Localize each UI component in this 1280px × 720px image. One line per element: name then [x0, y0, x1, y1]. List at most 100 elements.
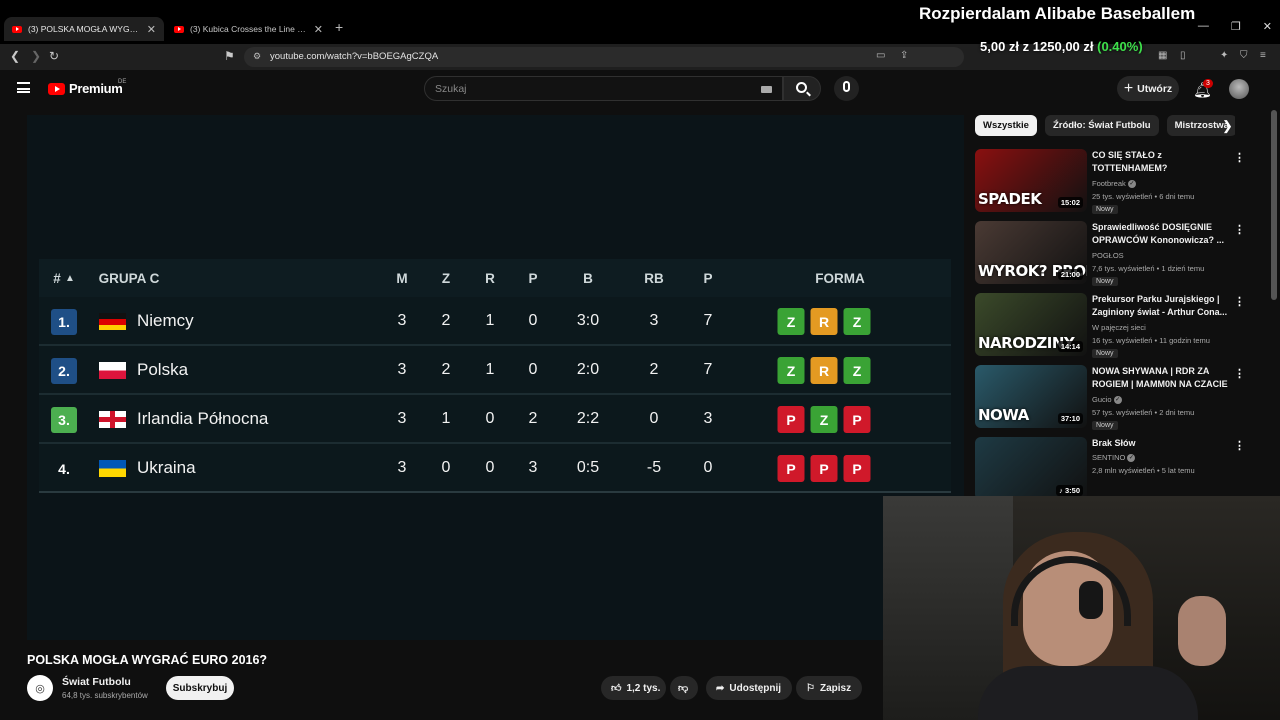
chip-source[interactable]: Źródło: Świat Futbolu	[1044, 115, 1159, 136]
new-tab-icon[interactable]: +	[335, 19, 343, 35]
recommended-channel[interactable]: POGŁOS	[1092, 251, 1124, 260]
video-thumbnail[interactable]: SPADEK 15:02	[975, 149, 1087, 212]
recommended-video[interactable]: NARODZINY 14:14 Prekursor Parku Jurajski…	[975, 293, 1265, 358]
video-thumbnail[interactable]: NARODZINY 14:14	[975, 293, 1087, 356]
recommended-video[interactable]: SPADEK 15:02 CO SIĘ STAŁO z TOTTENHAMEM?…	[975, 149, 1265, 214]
verified-icon: ✓	[1127, 454, 1136, 463]
video-thumbnail[interactable]: NOWA 37:10	[975, 365, 1087, 428]
recommended-video[interactable]: WYROK? PROBL 21:00 Sprawiedliwość DOSIĘG…	[975, 221, 1265, 286]
sort-ascending-icon[interactable]: ▲	[65, 273, 75, 284]
stat-b: 2:2	[576, 410, 600, 427]
verified-icon: ✓	[1113, 396, 1122, 405]
stream-donation-goal: 5,00 zł z 1250,00 zł (0.40%)	[980, 39, 1143, 54]
youtube-header: Premium DE Szukaj + Utwórz 🔔︎ 3	[0, 70, 1280, 108]
more-options-icon[interactable]: ⋮	[1234, 367, 1245, 380]
recommended-channel[interactable]: W pajęczej sieci	[1092, 323, 1146, 332]
minimize-icon[interactable]: —	[1198, 20, 1209, 33]
chevron-right-icon[interactable]: ❯	[1222, 118, 1233, 134]
menu-icon[interactable]: ≡	[1260, 50, 1266, 61]
browser-tab[interactable]: (3) Kubica Crosses the Line and Ferrari …	[166, 17, 331, 41]
video-player[interactable]: # ▲ GRUPA C M Z R P B RB P FORMA 1. Niemc…	[27, 115, 964, 640]
stream-overlay-title: Rozpierdalam Alibabe Baseballem	[919, 4, 1196, 23]
recommended-title[interactable]: Prekursor Parku Jurajskiego | Zaginiony …	[1092, 293, 1232, 319]
filter-chips: Wszystkie Źródło: Świat Futbolu Mistrzos…	[975, 115, 1235, 137]
recommended-channel-row: Gucio ✓	[1092, 395, 1122, 405]
address-bar[interactable]: ⚙ youtube.com/watch?v=bBOEGAgCZQA	[244, 47, 964, 67]
save-button[interactable]: ⚐ Zapisz	[796, 676, 862, 700]
stat-b: 0:5	[576, 459, 600, 476]
recommended-channel[interactable]: SENTINO	[1092, 453, 1125, 462]
more-options-icon[interactable]: ⋮	[1234, 295, 1245, 308]
channel-avatar[interactable]: ◎	[27, 675, 53, 701]
recommended-channel[interactable]: Gucio	[1092, 395, 1112, 404]
recommended-title[interactable]: Sprawiedliwość DOSIĘGNIE OPRAWCÓW Konono…	[1092, 221, 1232, 247]
youtube-logo[interactable]: Premium	[48, 81, 123, 96]
stat-pts: 7	[703, 361, 713, 378]
headset-earcup	[1079, 581, 1103, 619]
stat-r: 0	[485, 410, 495, 427]
recommended-video[interactable]: ♪ 3:50 Brak Słów SENTINO ✓ 2,8 mln wyświ…	[975, 437, 1265, 501]
form-badge: P	[843, 406, 871, 433]
extensions-icon[interactable]: ▦	[1158, 50, 1167, 61]
duration-badge: 14:14	[1057, 341, 1083, 352]
hamburger-menu-icon[interactable]	[17, 82, 30, 93]
country-flag-icon	[99, 460, 126, 477]
header-group: GRUPA C	[98, 271, 160, 286]
scrollbar-thumb[interactable]	[1271, 110, 1277, 300]
new-badge: Nowy	[1092, 349, 1118, 358]
team-name: Ukraina	[137, 458, 196, 477]
recommended-title[interactable]: CO SIĘ STAŁO z TOTTENHAMEM?	[1092, 149, 1232, 175]
shield-icon[interactable]: ⛉	[1240, 50, 1248, 61]
sidebar-icon[interactable]: ▯	[1180, 50, 1186, 61]
header-losses: P	[528, 271, 538, 286]
back-icon[interactable]: ❮	[10, 49, 20, 63]
account-avatar[interactable]	[1229, 79, 1249, 99]
like-button[interactable]: 👍︎ 1,2 tys.	[601, 676, 666, 700]
more-options-icon[interactable]: ⋮	[1234, 439, 1245, 452]
share-label: Udostępnij	[729, 682, 782, 694]
close-tab-icon[interactable]: ✕	[314, 23, 323, 36]
more-options-icon[interactable]: ⋮	[1234, 151, 1245, 164]
ai-icon[interactable]: ✦	[1220, 50, 1228, 61]
channel-name[interactable]: Świat Futbolu	[62, 676, 131, 688]
rank-badge: 1.	[51, 309, 77, 335]
cast-icon[interactable]: ▭	[876, 50, 885, 61]
video-thumbnail[interactable]: ♪ 3:50	[975, 437, 1087, 500]
dislike-button[interactable]: 👎︎	[670, 676, 698, 700]
recommended-title[interactable]: NOWA SHYWANA | RDR ZA ROGIEM | MAMM0N NA…	[1092, 365, 1232, 391]
standings-rows: 1. Niemcy 3 2 1 0 3:0 3 7 Z R Z 2. Polska 3 2 1 0 2:0 2 7 Z R Z…	[39, 297, 951, 493]
stat-m: 3	[397, 410, 407, 427]
stat-rb: 2	[649, 361, 659, 378]
share-icon[interactable]: ⇪	[900, 50, 908, 61]
recommended-title[interactable]: Brak Słów	[1092, 437, 1232, 450]
rank-badge: 2.	[51, 358, 77, 384]
form-badge: P	[810, 455, 838, 482]
bookmark-icon[interactable]: ⚑	[224, 49, 235, 63]
search-button[interactable]	[783, 76, 821, 101]
reload-icon[interactable]: ↻	[49, 49, 59, 63]
verified-icon: ✓	[1127, 180, 1136, 189]
recommended-channel[interactable]: Footbreak	[1092, 179, 1126, 188]
close-tab-icon[interactable]: ✕	[147, 23, 156, 36]
keyboard-icon[interactable]	[761, 86, 772, 93]
create-button[interactable]: + Utwórz	[1117, 76, 1179, 101]
close-window-icon[interactable]: ✕	[1263, 20, 1272, 33]
goal-percent: (0.40%)	[1097, 39, 1143, 54]
search-input[interactable]: Szukaj	[424, 76, 783, 101]
site-info-icon[interactable]: ⚙	[253, 51, 261, 62]
chip-all[interactable]: Wszystkie	[975, 115, 1037, 136]
voice-search-button[interactable]	[834, 76, 859, 101]
stat-r: 1	[485, 361, 495, 378]
more-options-icon[interactable]: ⋮	[1234, 223, 1245, 236]
stat-p: 0	[528, 361, 538, 378]
video-thumbnail[interactable]: WYROK? PROBL 21:00	[975, 221, 1087, 284]
share-button[interactable]: ➦ Udostępnij	[706, 676, 792, 700]
subscribe-button[interactable]: Subskrybuj	[166, 676, 234, 700]
stat-rb: 3	[649, 312, 659, 329]
browser-tab-active[interactable]: (3) POLSKA MOGŁA WYGRAĆ EURO 2016? - You…	[4, 17, 164, 41]
url-text: youtube.com/watch?v=bBOEGAgCZQA	[270, 51, 439, 62]
forward-icon[interactable]: ❯	[31, 49, 41, 63]
recommended-video[interactable]: NOWA 37:10 NOWA SHYWANA | RDR ZA ROGIEM …	[975, 365, 1265, 430]
thumbs-down-icon: 👎︎	[678, 683, 689, 694]
maximize-icon[interactable]: ❐	[1231, 20, 1241, 33]
